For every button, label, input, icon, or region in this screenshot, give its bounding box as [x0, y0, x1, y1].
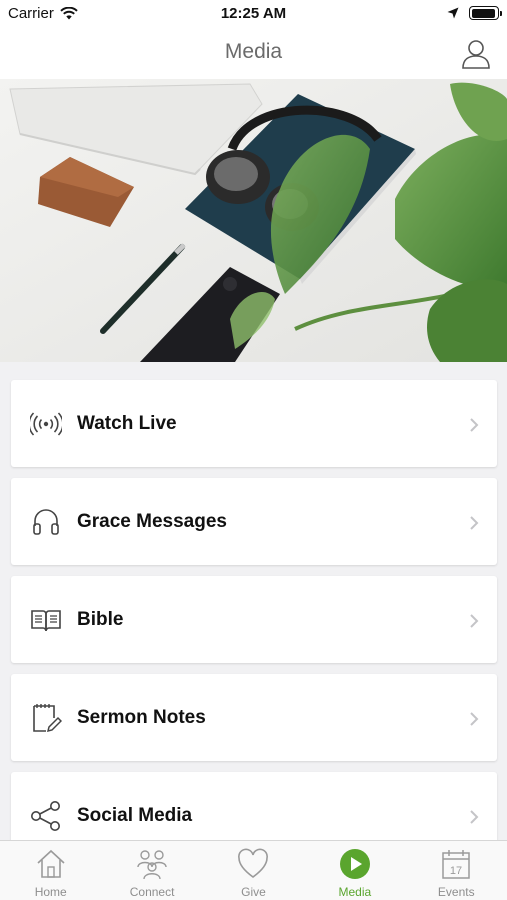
tab-give[interactable]: Give: [203, 841, 304, 900]
menu-item-grace-messages[interactable]: Grace Messages: [11, 478, 497, 565]
menu-item-bible[interactable]: Bible: [11, 576, 497, 663]
people-icon: [137, 850, 167, 880]
menu-item-watch-live[interactable]: Watch Live: [11, 380, 497, 467]
tab-connect[interactable]: Connect: [101, 841, 202, 900]
chevron-right-icon: [470, 516, 479, 530]
menu-item-label: Sermon Notes: [77, 706, 206, 728]
tab-label: Media: [338, 885, 372, 899]
menu-item-label: Watch Live: [77, 412, 177, 434]
location-arrow-icon: [447, 7, 459, 19]
status-bar: Carrier 12:25 AM: [0, 0, 507, 28]
chevron-right-icon: [470, 712, 479, 726]
battery-level: [471, 8, 496, 18]
page-title: Media: [224, 40, 283, 63]
tab-label: Give: [241, 885, 266, 899]
headphones-icon: [33, 509, 59, 535]
chevron-right-icon: [470, 418, 479, 432]
desk-flatlay-photo: [0, 79, 507, 362]
tab-label: Connect: [129, 885, 175, 899]
menu-item-label: Grace Messages: [77, 510, 227, 532]
home-icon: [37, 849, 65, 878]
status-indicators: [447, 6, 502, 20]
tab-media[interactable]: Media: [304, 841, 405, 900]
play-circle-icon: [339, 849, 370, 879]
status-time: 12:25 AM: [220, 5, 287, 22]
chevron-right-icon: [470, 614, 479, 628]
open-book-icon: [31, 610, 61, 632]
tab-label: Home: [34, 885, 67, 899]
chevron-right-icon: [470, 810, 479, 824]
navigation-bar: Media: [0, 28, 507, 79]
media-menu: Watch Live Grace Messages Bible Sermon N…: [11, 380, 497, 870]
svg-text:17: 17: [450, 865, 462, 877]
profile-button[interactable]: [461, 38, 491, 70]
battery-icon: [469, 6, 502, 20]
tab-label: Events: [437, 885, 475, 899]
menu-item-label: Social Media: [77, 804, 193, 826]
notepad-pencil-icon: [33, 704, 62, 733]
tab-events[interactable]: 17 Events: [406, 841, 507, 900]
tab-home[interactable]: Home: [0, 841, 101, 900]
menu-item-sermon-notes[interactable]: Sermon Notes: [11, 674, 497, 761]
tab-bar: Home Connect Give Media 17 Events: [0, 840, 507, 900]
share-icon: [31, 801, 60, 831]
menu-item-label: Bible: [77, 608, 124, 630]
hero-image: [0, 79, 507, 362]
heart-icon: [238, 848, 269, 878]
person-icon: [462, 40, 490, 69]
broadcast-icon: [30, 412, 62, 436]
calendar-icon: 17: [442, 850, 470, 879]
